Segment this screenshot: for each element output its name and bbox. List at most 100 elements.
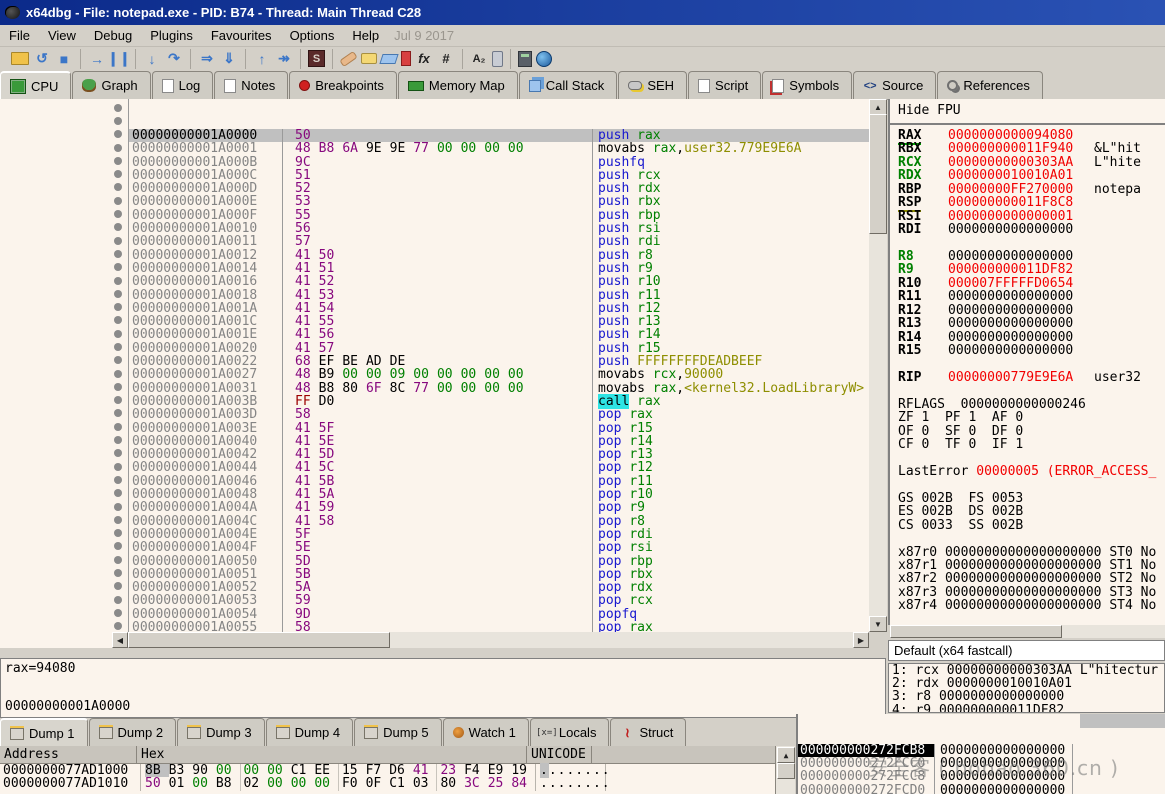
tab-dump-3[interactable]: Dump 3 bbox=[177, 718, 265, 746]
dump-byte[interactable]: 00 bbox=[267, 777, 291, 790]
scroll-up-button[interactable]: ▲ bbox=[869, 99, 887, 115]
disasm-row[interactable]: 00000000001A005558pop rax bbox=[129, 621, 869, 632]
pause-icon[interactable]: ❙❙ bbox=[110, 50, 128, 67]
menu-file[interactable]: File bbox=[0, 26, 39, 45]
registers-hscroll-thumb[interactable] bbox=[890, 625, 1062, 638]
restart-icon[interactable]: ↺ bbox=[33, 50, 51, 67]
tab-watch-1[interactable]: Watch 1 bbox=[443, 718, 529, 746]
breakpoint-dot[interactable] bbox=[114, 396, 122, 404]
disasm-row[interactable]: 00000000001A003BFFD0call rax bbox=[129, 395, 869, 408]
disasm-row[interactable]: 00000000001A002748B90000090000000000mova… bbox=[129, 368, 869, 381]
dump-byte[interactable]: 25 bbox=[488, 777, 512, 790]
breakpoint-dot[interactable] bbox=[114, 569, 122, 577]
disasm-row[interactable]: 00000000001A000B9Cpushfq bbox=[129, 156, 869, 169]
breakpoint-dot[interactable] bbox=[114, 343, 122, 351]
register-line[interactable] bbox=[898, 357, 1165, 370]
step-into-icon[interactable]: ↓ bbox=[143, 50, 161, 67]
register-line[interactable]: R9000000000011DF82 bbox=[898, 263, 1165, 276]
register-line[interactable]: CF 0 TF 0 IF 1 bbox=[898, 438, 1165, 451]
dump-byte[interactable]: 0F bbox=[366, 777, 390, 790]
run-icon[interactable]: → bbox=[88, 50, 106, 67]
breakpoint-dot[interactable] bbox=[114, 370, 122, 378]
disasm-vscrollbar[interactable]: ▲ ▼ bbox=[869, 99, 887, 632]
disasm-row[interactable]: 00000000001A001A4154push r12 bbox=[129, 302, 869, 315]
dump-byte[interactable]: 84 bbox=[511, 777, 535, 790]
disasm-row[interactable]: 00000000001A00515Bpop rbx bbox=[129, 568, 869, 581]
open-file-icon[interactable] bbox=[11, 52, 29, 65]
register-value[interactable]: 00000000779E9E6A bbox=[948, 371, 1094, 384]
disasm-row[interactable]: 00000000001A003D58pop rax bbox=[129, 408, 869, 421]
scroll-down-button[interactable]: ▼ bbox=[869, 616, 887, 632]
register-line[interactable]: ZF 1 PF 1 AF 0 bbox=[898, 411, 1165, 424]
dump-byte[interactable]: 15 bbox=[342, 764, 366, 777]
breakpoint-dot[interactable] bbox=[114, 582, 122, 590]
register-line[interactable]: OF 0 SF 0 DF 0 bbox=[898, 425, 1165, 438]
register-value[interactable]: 0000000000000000 bbox=[948, 250, 1094, 263]
breakpoint-dot[interactable] bbox=[114, 409, 122, 417]
dump-byte[interactable]: 3C bbox=[464, 777, 488, 790]
register-line[interactable] bbox=[898, 532, 1165, 545]
dump-byte[interactable]: B3 bbox=[169, 764, 193, 777]
register-line[interactable]: R120000000000000000 bbox=[898, 304, 1165, 317]
dump-byte[interactable]: 41 bbox=[413, 764, 437, 777]
dump-byte[interactable]: C1 bbox=[291, 764, 315, 777]
register-value[interactable]: 0000000000094080 bbox=[948, 129, 1094, 142]
dump-byte[interactable]: 01 bbox=[169, 777, 193, 790]
dump-byte[interactable]: 50 bbox=[145, 777, 169, 790]
register-value[interactable]: 0000000010010A01 bbox=[948, 169, 1094, 182]
dump-byte[interactable]: F7 bbox=[366, 764, 390, 777]
breakpoint-dot[interactable] bbox=[114, 489, 122, 497]
dump-byte[interactable]: 03 bbox=[413, 777, 437, 790]
register-line[interactable]: ES 002B DS 002B bbox=[898, 505, 1165, 518]
disasm-row[interactable]: 00000000001A003148B8806F8C7700000000mova… bbox=[129, 382, 869, 395]
dump-vscrollbar[interactable]: ▲ bbox=[775, 746, 795, 794]
breakpoint-dot[interactable] bbox=[114, 170, 122, 178]
breakpoint-dot[interactable] bbox=[114, 290, 122, 298]
register-line[interactable]: LastError 00000005 (ERROR_ACCESS_ bbox=[898, 465, 1165, 478]
breakpoint-dot[interactable] bbox=[114, 316, 122, 324]
register-line[interactable]: RSI0000000000000001 bbox=[898, 210, 1165, 223]
register-value[interactable]: 000000000011F8C8 bbox=[948, 196, 1094, 209]
dump-vscroll-thumb[interactable] bbox=[777, 763, 795, 779]
register-value[interactable]: 0000000000000000 bbox=[948, 344, 1094, 357]
disasm-row[interactable]: 00000000001A001E4156push r14 bbox=[129, 328, 869, 341]
dump-byte[interactable]: EE bbox=[314, 764, 338, 777]
vscroll-thumb[interactable] bbox=[869, 114, 887, 234]
stack-row[interactable]: 000000000272FCC80000000000000000 bbox=[798, 770, 1165, 783]
az-font-icon[interactable]: A₂ bbox=[470, 50, 488, 67]
disasm-row[interactable]: 00000000001A000E53push rbx bbox=[129, 195, 869, 208]
breakpoint-dot[interactable] bbox=[114, 277, 122, 285]
disasm-row[interactable]: 00000000001A00525Apop rdx bbox=[129, 581, 869, 594]
stack-pane[interactable]: 000000000272FCB8000000000000000000000000… bbox=[796, 714, 1165, 794]
dump-byte[interactable]: F0 bbox=[342, 777, 366, 790]
register-line[interactable]: x87r3 00000000000000000000 ST3 No bbox=[898, 586, 1165, 599]
disasm-row[interactable]: 00000000001A004E5Fpop rdi bbox=[129, 528, 869, 541]
breakpoint-dot[interactable] bbox=[114, 449, 122, 457]
tab-struct[interactable]: ≀Struct bbox=[610, 718, 686, 746]
disasm-row[interactable]: 00000000001A00164152push r10 bbox=[129, 275, 869, 288]
breakpoint-dot[interactable] bbox=[114, 144, 122, 152]
disasm-row[interactable]: 00000000001A001056push rsi bbox=[129, 222, 869, 235]
register-value[interactable]: 0000000000000000 bbox=[948, 317, 1094, 330]
calculator-icon[interactable] bbox=[518, 51, 532, 67]
tab-locals[interactable]: [x=]Locals bbox=[530, 718, 610, 746]
call-arguments-pane[interactable]: 1: rcx 00000000000303AA L"hitectur2: rdx… bbox=[888, 663, 1165, 713]
disasm-row[interactable]: 00000000001A000C51push rcx bbox=[129, 169, 869, 182]
register-line[interactable]: R80000000000000000 bbox=[898, 250, 1165, 263]
breakpoint-dot[interactable] bbox=[114, 463, 122, 471]
tab-call-stack[interactable]: Call Stack bbox=[519, 71, 618, 99]
disasm-row[interactable]: 00000000001A004A4159pop r9 bbox=[129, 501, 869, 514]
title-bar[interactable]: x64dbg - File: notepad.exe - PID: B74 - … bbox=[0, 0, 1165, 25]
scroll-left-button[interactable]: ◀ bbox=[112, 632, 128, 648]
dump-byte[interactable]: 00 bbox=[192, 777, 216, 790]
register-line[interactable]: R110000000000000000 bbox=[898, 290, 1165, 303]
comment-icon[interactable] bbox=[361, 53, 377, 64]
breakpoint-dot[interactable] bbox=[114, 436, 122, 444]
breakpoint-dot[interactable] bbox=[114, 529, 122, 537]
scroll-right-button[interactable]: ▶ bbox=[853, 632, 869, 648]
disasm-row[interactable]: 00000000001A001C4155push r13 bbox=[129, 315, 869, 328]
breakpoint-dot[interactable] bbox=[114, 609, 122, 617]
tab-cpu[interactable]: CPU bbox=[0, 71, 71, 100]
step-over-icon[interactable]: ↷ bbox=[165, 50, 183, 67]
execute-till-return-icon[interactable]: ↑ bbox=[253, 50, 271, 67]
